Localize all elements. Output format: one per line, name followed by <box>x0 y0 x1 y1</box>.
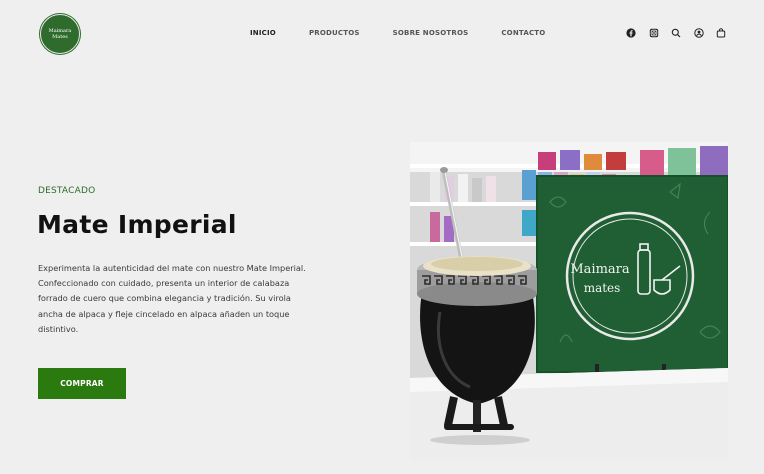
sign-text-line1: Maimara <box>570 262 630 277</box>
nav-item-inicio[interactable]: INICIO <box>250 29 276 37</box>
nav-item-sobre-nosotros[interactable]: SOBRE NOSOTROS <box>393 29 469 37</box>
brand-logo[interactable]: Maimara Mates <box>40 14 80 54</box>
product-image: Maimara mates <box>410 142 728 460</box>
sign-text-line2: mates <box>584 281 621 295</box>
cart-icon[interactable] <box>716 28 726 38</box>
search-icon[interactable] <box>671 28 681 38</box>
hero-description: Experimenta la autenticidad del mate con… <box>38 263 306 334</box>
buy-button[interactable]: COMPRAR <box>38 368 126 399</box>
nav-item-productos[interactable]: PRODUCTOS <box>309 29 360 37</box>
main-nav: INICIO PRODUCTOS SOBRE NOSOTROS CONTACTO <box>250 29 578 37</box>
header-icons <box>626 28 739 38</box>
hero-title: Mate Imperial <box>37 210 237 239</box>
nav-item-contacto[interactable]: CONTACTO <box>501 29 545 37</box>
account-icon[interactable] <box>693 28 704 38</box>
facebook-icon[interactable] <box>626 28 636 38</box>
logo-text-line2: Mates <box>52 34 68 40</box>
hero-eyebrow: DESTACADO <box>38 186 96 196</box>
instagram-icon[interactable] <box>649 28 659 38</box>
